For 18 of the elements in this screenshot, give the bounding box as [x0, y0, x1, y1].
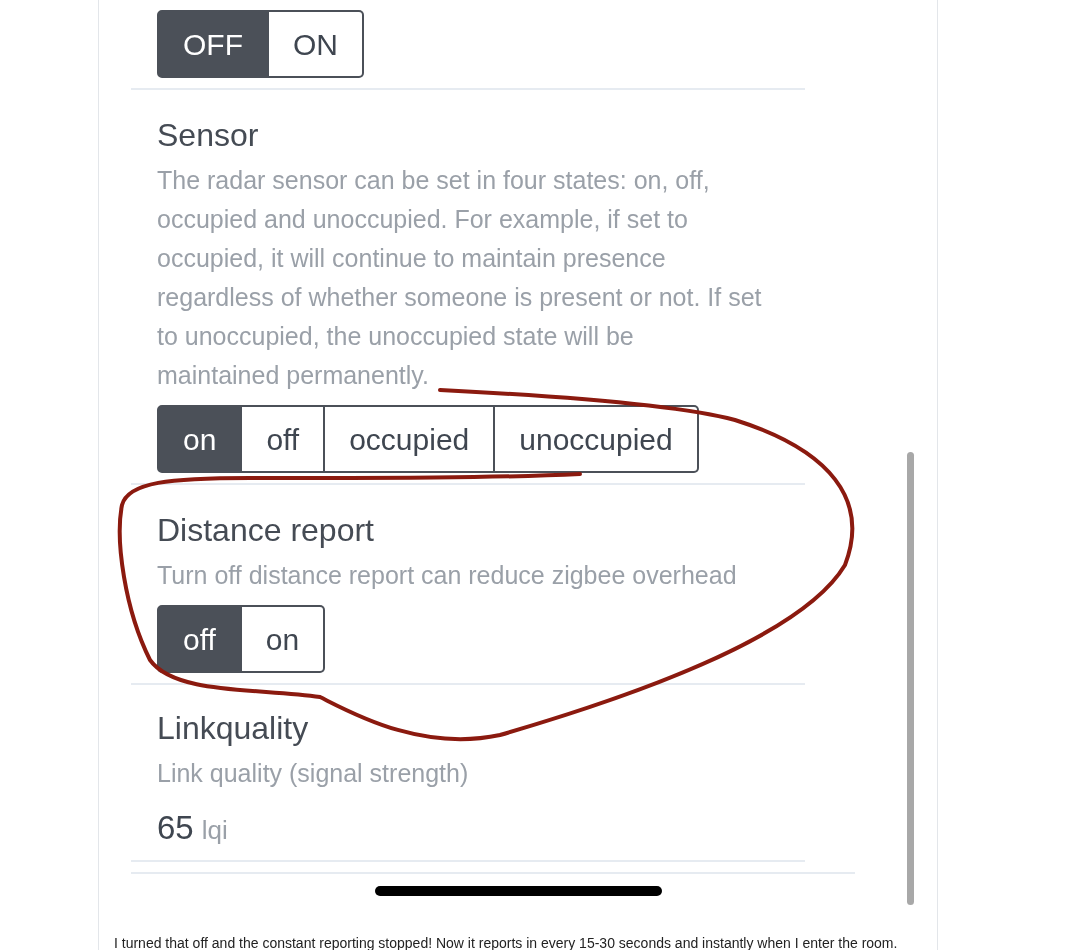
section-description: Link quality (signal strength)	[157, 758, 470, 789]
segment-button[interactable]: occupied	[325, 405, 496, 473]
segment-button[interactable]: on	[241, 605, 326, 673]
section-title: Linkquality	[157, 710, 309, 746]
unit-text: lqi	[201, 814, 228, 847]
post-text: I turned that off and the constant reporting stopped! Now it reports in every 15-30 seconds and instantly when I enter the room.	[114, 934, 899, 950]
segment-button[interactable]: on	[157, 405, 243, 473]
segment-button[interactable]: off	[242, 405, 326, 473]
section-title: Distance report	[157, 512, 374, 548]
scrollbar[interactable]	[907, 452, 914, 905]
segment-button[interactable]: OFF	[157, 10, 269, 78]
section-description: The radar sensor can be set in four states: on, off, occupied and unoccupied. For example, if set to occupied, it will continue to maintain presence regardless of whether someone is present or not. If set to unoccupied, the unoccupied state will be maintained permanently.	[157, 165, 762, 391]
segment-button[interactable]: ON	[269, 10, 364, 78]
section-title: Sensor	[157, 117, 259, 153]
value-text: 65	[157, 808, 194, 848]
segment-button[interactable]: off	[157, 605, 242, 673]
section-description: Turn off distance report can reduce zigbee overhead	[157, 560, 738, 591]
segment-button[interactable]: unoccupied	[495, 405, 699, 473]
